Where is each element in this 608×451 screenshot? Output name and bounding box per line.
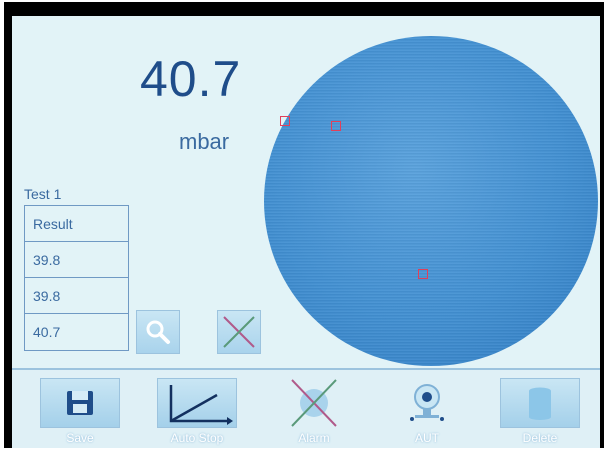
bottom-toolbar: Save Auto Stop Alarm AUT Delete [12, 368, 600, 448]
result-row[interactable]: 39.8 [25, 242, 128, 278]
result-table: Result 39.8 39.8 40.7 [24, 205, 129, 351]
result-row[interactable]: 40.7 [25, 314, 128, 350]
alarm-muted-icon [291, 379, 337, 427]
result-header: Result [25, 206, 128, 242]
pressure-unit: mbar [179, 129, 230, 154]
test-disc-view[interactable] [264, 36, 598, 366]
delete-label: Delete [522, 431, 558, 445]
auto-stop-button[interactable]: Auto Stop [157, 378, 237, 448]
auto-stop-label: Auto Stop [170, 431, 224, 445]
pressure-reading: 40.7 [140, 51, 242, 107]
test-label: Test 1 [24, 186, 62, 202]
clear-markers-button[interactable] [217, 310, 261, 354]
save-label: Save [66, 431, 94, 445]
alarm-label: Alarm [298, 431, 330, 445]
magnifier-icon [146, 320, 170, 344]
floppy-disk-icon [67, 391, 93, 415]
delete-button[interactable]: Delete [500, 378, 580, 448]
touch-screen: 40.7 mbar Test 1 Result 39.8 39.8 40.7 S… [12, 16, 600, 448]
alarm-button[interactable]: Alarm [274, 378, 354, 448]
save-button[interactable]: Save [40, 378, 120, 448]
zoom-button[interactable] [136, 310, 180, 354]
result-row[interactable]: 39.8 [25, 278, 128, 314]
ramp-graph-icon [169, 385, 233, 425]
measurement-marker[interactable] [280, 116, 290, 126]
measurement-marker[interactable] [418, 269, 428, 279]
measurement-marker[interactable] [331, 121, 341, 131]
device-bezel: 40.7 mbar Test 1 Result 39.8 39.8 40.7 S… [4, 2, 604, 448]
cross-icon [223, 316, 255, 348]
webcam-icon [410, 384, 444, 421]
aut-button[interactable]: AUT [387, 378, 467, 448]
aut-label: AUT [415, 431, 439, 445]
trash-can-icon [529, 387, 551, 420]
